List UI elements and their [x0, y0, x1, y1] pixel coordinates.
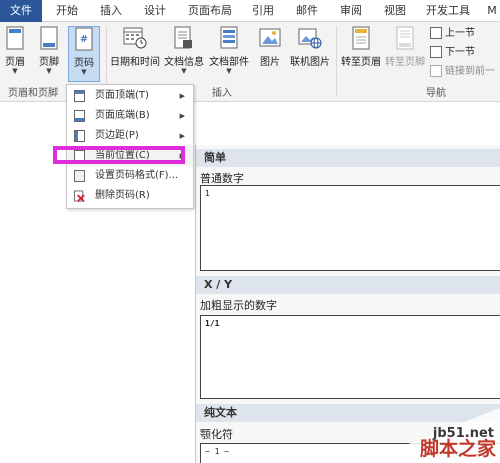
doc-parts-label: 文档部件	[209, 57, 249, 68]
page-number-icon: #	[75, 27, 93, 51]
header-button[interactable]: 页眉 ▼	[2, 26, 28, 82]
header-icon	[6, 26, 24, 50]
next-section-icon	[430, 46, 442, 58]
page-margin-icon	[74, 130, 85, 142]
menu-item-top-of-page[interactable]: 页面顶端(T) ▶	[67, 86, 193, 106]
doc-parts-icon	[220, 26, 238, 49]
format-page-number-icon	[74, 170, 85, 182]
goto-header-label: 转至页眉	[341, 57, 381, 68]
menu-item-label: 页边距(P)	[95, 130, 139, 141]
doc-info-icon	[174, 26, 192, 49]
tab-review[interactable]: 审阅	[334, 0, 368, 22]
svg-text:#: #	[80, 34, 88, 45]
calendar-clock-icon	[123, 27, 147, 49]
chevron-down-icon: ▼	[12, 67, 18, 75]
goto-footer-button[interactable]: 转至页脚	[384, 26, 426, 82]
gallery-item-title: 颚化符	[200, 428, 233, 441]
tab-references[interactable]: 引用	[246, 0, 280, 22]
online-picture-button[interactable]: 联机图片	[288, 26, 332, 82]
tab-home[interactable]: 开始	[50, 0, 84, 22]
menu-item-page-margins[interactable]: 页边距(P) ▶	[67, 126, 193, 146]
date-time-label: 日期和时间	[110, 57, 160, 68]
group-label-navigation: 导航	[426, 88, 446, 99]
annotation-highlight-box	[53, 146, 185, 164]
footer-label: 页脚	[39, 57, 59, 68]
prev-section-icon	[430, 27, 442, 39]
tab-page-layout[interactable]: 页面布局	[182, 0, 238, 22]
chevron-down-icon: ▼	[181, 67, 187, 75]
picture-button[interactable]: 图片	[256, 26, 284, 82]
online-picture-label: 联机图片	[290, 57, 330, 68]
header-label: 页眉	[5, 57, 25, 68]
menu-item-remove-page-numbers[interactable]: 删除页码(R)	[67, 186, 193, 206]
group-label-header-footer: 页眉和页脚	[8, 88, 58, 99]
preview-text: ~ 1 ~	[205, 447, 230, 456]
delete-page-number-icon	[74, 190, 85, 202]
tab-insert[interactable]: 插入	[94, 0, 128, 22]
link-icon	[430, 65, 442, 77]
chevron-right-icon: ▶	[179, 92, 185, 100]
group-label-insert: 插入	[212, 88, 232, 99]
menu-item-label: 设置页码格式(F)...	[95, 170, 179, 181]
tab-design[interactable]: 设计	[138, 0, 172, 22]
goto-footer-label: 转至页脚	[385, 57, 425, 68]
gallery-item-title: 加粗显示的数字	[200, 299, 277, 312]
gallery-section-heading: 简单	[196, 149, 500, 167]
gallery-section-heading: X / Y	[196, 276, 500, 294]
date-time-button[interactable]: 日期和时间	[110, 26, 160, 82]
group-separator	[336, 26, 337, 96]
prev-section-label: 上一节	[445, 28, 475, 39]
next-section-label: 下一节	[445, 47, 475, 58]
page-top-icon	[74, 90, 85, 102]
footer-icon	[40, 26, 58, 50]
tab-developer[interactable]: 开发工具	[420, 0, 476, 22]
chevron-down-icon: ▼	[81, 68, 87, 76]
doc-info-button[interactable]: 文档信息 ▼	[163, 26, 205, 82]
tab-mailings[interactable]: 邮件	[290, 0, 324, 22]
menu-item-bottom-of-page[interactable]: 页面底端(B) ▶	[67, 106, 193, 126]
ribbon-tab-bar: 文件 开始 插入 设计 页面布局 引用 邮件 审阅 视图 开发工具 M	[0, 0, 500, 22]
footer-button[interactable]: 页脚 ▼	[36, 26, 62, 82]
page-number-button[interactable]: # 页码 ▼	[68, 26, 100, 82]
doc-info-label: 文档信息	[164, 57, 204, 68]
gallery-item-preview[interactable]: 1/1	[200, 315, 500, 399]
link-previous-button[interactable]: 链接到前一	[430, 64, 495, 80]
menu-item-format-page-numbers[interactable]: 设置页码格式(F)...	[67, 166, 193, 186]
picture-icon	[259, 28, 281, 47]
page-number-label: 页码	[74, 58, 94, 69]
doc-parts-button[interactable]: 文档部件 ▼	[208, 26, 250, 82]
page-bottom-icon	[74, 110, 85, 122]
picture-label: 图片	[260, 57, 280, 68]
tab-file[interactable]: 文件	[0, 0, 42, 22]
tab-view[interactable]: 视图	[378, 0, 412, 22]
chevron-down-icon: ▼	[46, 67, 52, 75]
goto-header-button[interactable]: 转至页眉	[340, 26, 382, 82]
gallery-item-title: 普通数字	[200, 172, 244, 185]
goto-footer-icon	[396, 26, 414, 50]
goto-header-icon	[352, 26, 370, 50]
watermark-brand: 脚本之家	[419, 438, 496, 460]
chevron-down-icon: ▼	[226, 67, 232, 75]
chevron-right-icon: ▶	[179, 112, 185, 120]
preview-text: 1/1	[205, 319, 220, 328]
menu-item-label: 删除页码(R)	[95, 190, 150, 201]
chevron-right-icon: ▶	[179, 132, 185, 140]
watermark: jb51.net 脚本之家	[360, 408, 500, 463]
menu-item-label: 页面顶端(T)	[95, 90, 149, 101]
menu-item-label: 页面底端(B)	[95, 110, 150, 121]
link-previous-label: 链接到前一	[445, 66, 495, 77]
preview-text: 1	[205, 189, 210, 198]
tab-overflow[interactable]: M	[484, 0, 500, 22]
gallery-item-preview[interactable]: 1	[200, 185, 500, 271]
prev-section-button[interactable]: 上一节	[430, 26, 475, 42]
next-section-button[interactable]: 下一节	[430, 45, 475, 61]
online-picture-icon	[298, 28, 322, 49]
